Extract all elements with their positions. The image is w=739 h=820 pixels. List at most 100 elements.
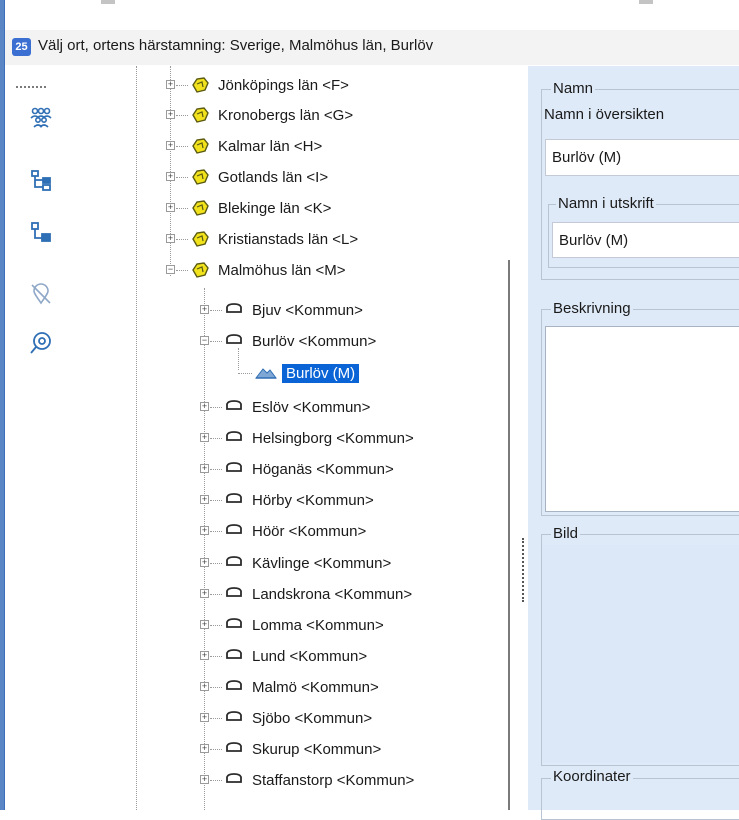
tree-item-municipality[interactable]: Helsingborg <Kommun> xyxy=(224,426,414,450)
tree-line xyxy=(176,270,188,271)
expand-toggle[interactable]: + xyxy=(166,234,175,243)
tree-item-label: Malmö <Kommun> xyxy=(252,678,379,696)
expand-toggle[interactable]: + xyxy=(166,172,175,181)
namn-utskrift-field[interactable]: Burlöv (M) xyxy=(552,222,739,258)
tree-line xyxy=(210,531,222,532)
tree-item-county[interactable]: Kalmar län <H> xyxy=(190,134,322,158)
tree-line xyxy=(210,438,222,439)
tree-item-label: Burlöv (M) xyxy=(282,363,360,383)
tree-line xyxy=(238,373,252,374)
municipality-icon xyxy=(224,554,244,572)
tree-line xyxy=(176,239,188,240)
tree-item-county[interactable]: Kristianstads län <L> xyxy=(190,227,358,251)
tree-item-municipality[interactable]: Höör <Kommun> xyxy=(224,519,366,543)
branch-icon[interactable] xyxy=(28,219,54,245)
expand-toggle[interactable]: + xyxy=(200,713,209,722)
tree-line xyxy=(210,625,222,626)
tree-scroll-divider[interactable] xyxy=(508,260,510,810)
expand-toggle[interactable]: + xyxy=(200,682,209,691)
panel-splitter[interactable] xyxy=(522,538,527,602)
tree-item-county[interactable]: Kronobergs län <G> xyxy=(190,103,353,127)
tree-item-county[interactable]: Malmöhus län <M> xyxy=(190,258,346,282)
expand-toggle[interactable]: + xyxy=(200,558,209,567)
expand-toggle[interactable]: + xyxy=(200,589,209,598)
expand-toggle[interactable]: + xyxy=(200,305,209,314)
tree-item-label: Burlöv <Kommun> xyxy=(252,332,377,350)
expand-toggle[interactable]: + xyxy=(200,402,209,411)
tree-item-municipality[interactable]: Skurup <Kommun> xyxy=(224,737,381,761)
tree-item-municipality[interactable]: Höganäs <Kommun> xyxy=(224,457,394,481)
tree-item-municipality[interactable]: Landskrona <Kommun> xyxy=(224,582,412,606)
top-strip xyxy=(5,0,739,30)
expand-toggle[interactable]: + xyxy=(200,464,209,473)
tree-line xyxy=(210,656,222,657)
tree-item-municipality[interactable]: Eslöv <Kommun> xyxy=(224,395,370,419)
tree-item-municipality[interactable]: Lund <Kommun> xyxy=(224,644,367,668)
tree-item-municipality[interactable]: Sjöbo <Kommun> xyxy=(224,706,372,730)
expand-toggle[interactable]: + xyxy=(200,775,209,784)
tree-item-label: Kalmar län <H> xyxy=(218,137,323,155)
location-search-icon[interactable] xyxy=(28,330,54,356)
tree-line xyxy=(136,66,137,810)
people-icon[interactable] xyxy=(28,104,54,130)
expand-toggle[interactable]: + xyxy=(200,526,209,535)
tree-item-label: Skurup <Kommun> xyxy=(252,740,382,758)
tree-item-label: Jönköpings län <F> xyxy=(218,76,349,94)
tree-item-municipality[interactable]: Kävlinge <Kommun> xyxy=(224,551,391,575)
expand-toggle[interactable]: + xyxy=(200,620,209,629)
tree-item-selected-place[interactable]: Burlöv (M) xyxy=(254,361,360,385)
tree-item-label: Bjuv <Kommun> xyxy=(252,301,363,319)
tree-item-label: Höör <Kommun> xyxy=(252,522,367,540)
toolbar-grip[interactable] xyxy=(16,86,46,91)
tree-line xyxy=(210,780,222,781)
namn-utskrift-label: Namn i utskrift xyxy=(556,195,656,212)
expand-toggle[interactable]: + xyxy=(166,80,175,89)
hierarchy-icon[interactable] xyxy=(28,167,54,193)
municipality-icon xyxy=(224,585,244,603)
expand-toggle[interactable]: + xyxy=(166,141,175,150)
koordinater-label: Koordinater xyxy=(551,768,633,785)
expand-toggle[interactable]: + xyxy=(200,433,209,442)
tree-item-county[interactable]: Blekinge län <K> xyxy=(190,196,331,220)
tree-line xyxy=(210,563,222,564)
tree-item-label: Lomma <Kommun> xyxy=(252,616,384,634)
expand-toggle[interactable]: + xyxy=(200,744,209,753)
municipality-icon xyxy=(224,332,244,350)
expand-toggle[interactable]: + xyxy=(200,495,209,504)
location-off-icon[interactable] xyxy=(28,281,54,307)
tree-item-label: Landskrona <Kommun> xyxy=(252,585,413,603)
tree-item-municipality[interactable]: Bjuv <Kommun> xyxy=(224,298,363,322)
namn-oversikt-label: Namn i översikten xyxy=(544,106,665,123)
tree-item-county[interactable]: Jönköpings län <F> xyxy=(190,73,349,97)
expand-toggle[interactable]: + xyxy=(166,203,175,212)
municipality-icon xyxy=(224,491,244,509)
tree-item-municipality[interactable]: Staffanstorp <Kommun> xyxy=(224,768,414,792)
county-icon xyxy=(190,106,210,124)
tree-item-municipality[interactable]: Malmö <Kommun> xyxy=(224,675,379,699)
municipality-icon xyxy=(224,398,244,416)
bild-area[interactable] xyxy=(542,545,739,763)
tree-item-county[interactable]: Gotlands län <I> xyxy=(190,165,328,189)
expand-toggle[interactable]: − xyxy=(200,336,209,345)
tree-item-municipality[interactable]: Hörby <Kommun> xyxy=(224,488,374,512)
beskrivning-textarea[interactable] xyxy=(545,326,739,512)
expand-toggle[interactable]: − xyxy=(166,265,175,274)
municipality-icon xyxy=(224,771,244,789)
expand-toggle[interactable]: + xyxy=(166,110,175,119)
namn-oversikt-value: Burlöv (M) xyxy=(552,149,622,166)
tree-item-label: Hörby <Kommun> xyxy=(252,491,374,509)
app-icon[interactable]: 25 xyxy=(12,38,31,56)
county-icon xyxy=(190,137,210,155)
expand-toggle[interactable]: + xyxy=(200,651,209,660)
tree-line xyxy=(176,146,188,147)
tree-item-label: Sjöbo <Kommun> xyxy=(252,709,373,727)
tree-line xyxy=(176,85,188,86)
namn-oversikt-field[interactable]: Burlöv (M) xyxy=(545,139,739,176)
tree-item-municipality[interactable]: Burlöv <Kommun> xyxy=(224,329,376,353)
tree-item-municipality[interactable]: Lomma <Kommun> xyxy=(224,613,384,637)
tree-item-label: Lund <Kommun> xyxy=(252,647,368,665)
namn-group-label: Namn xyxy=(551,80,596,97)
municipality-icon xyxy=(224,429,244,447)
tree-line xyxy=(176,208,188,209)
beskrivning-label: Beskrivning xyxy=(551,300,633,317)
